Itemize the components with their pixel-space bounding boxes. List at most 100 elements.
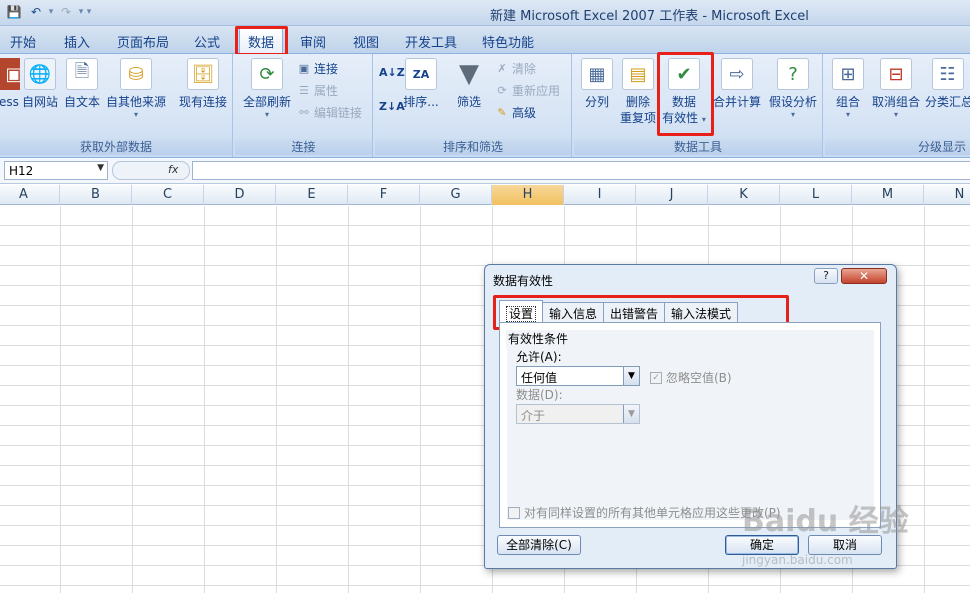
group-label-connections: 连接: [235, 139, 372, 155]
refresh-icon: ⟳: [251, 58, 283, 90]
subtotal-label: 分类汇总: [925, 95, 970, 109]
edit-links-label: 编辑链接: [314, 106, 363, 120]
column-header-i[interactable]: I: [564, 185, 636, 205]
tab-view[interactable]: 视图: [353, 32, 379, 51]
save-icon[interactable]: 💾: [4, 3, 24, 21]
data-label: 数据(D):: [516, 388, 563, 402]
tab-page-layout[interactable]: 页面布局: [117, 32, 169, 51]
name-box[interactable]: H12 ▼: [4, 161, 108, 180]
from-other-sources-button[interactable]: ⛁ 自其他来源 ▾: [104, 58, 168, 119]
redo-dropdown-icon[interactable]: ▾: [78, 7, 84, 17]
chevron-down-icon[interactable]: ▼: [623, 367, 639, 385]
data-validation-label-text: 有效性: [662, 111, 699, 125]
close-button[interactable]: ✕: [841, 268, 887, 284]
apply-to-all-checkbox[interactable]: 对有同样设置的所有其他单元格应用这些更改(P): [508, 504, 781, 521]
column-header-g[interactable]: G: [420, 185, 492, 205]
consolidate-button[interactable]: ⇨ 合并计算: [710, 58, 764, 110]
allow-label: 允许(A):: [516, 350, 562, 364]
undo-icon[interactable]: ↶: [26, 3, 46, 21]
properties-icon: ☰: [299, 84, 309, 97]
column-header-b[interactable]: B: [60, 185, 132, 205]
from-text-label: 自文本: [63, 95, 100, 109]
link-icon: ⚯: [299, 106, 309, 119]
tab-error-alert[interactable]: 出错警告: [603, 302, 666, 322]
chevron-down-icon[interactable]: ▼: [623, 405, 639, 423]
advanced-label: 高级: [512, 106, 537, 120]
subtotal-button[interactable]: ☷ 分类汇总: [925, 58, 970, 110]
ignore-blank-checkbox[interactable]: ✓ 忽略空值(B): [650, 369, 732, 386]
sort-icon: ZA: [405, 58, 437, 90]
text-to-columns-button[interactable]: ▦ 分列: [580, 58, 614, 110]
column-header-m[interactable]: M: [852, 185, 924, 205]
redo-icon[interactable]: ↷: [56, 3, 76, 21]
connections-button[interactable]: ▣ 连接: [297, 60, 338, 77]
insert-function-icon[interactable]: fx: [168, 163, 178, 176]
column-header-j[interactable]: J: [636, 185, 708, 205]
filter-button[interactable]: ▼ 筛选: [453, 58, 485, 110]
from-access-button[interactable]: ▣ ess: [0, 58, 20, 110]
column-header-f[interactable]: F: [348, 185, 420, 205]
edit-links-button[interactable]: ⚯ 编辑链接: [297, 104, 362, 121]
formula-input[interactable]: [192, 161, 970, 180]
properties-button[interactable]: ☰ 属性: [297, 82, 338, 99]
existing-connections-button[interactable]: 🗄 现有连接: [176, 58, 230, 110]
data-validation-label-2: 有效性 ▾: [662, 110, 706, 128]
tab-home[interactable]: 开始: [10, 32, 36, 51]
remove-duplicates-button[interactable]: ▤ 删除 重复项: [618, 58, 658, 126]
column-header-h[interactable]: H: [492, 185, 564, 205]
ribbon-tabs: 开始 插入 页面布局 公式 数据 审阅 视图 开发工具 特色功能: [0, 26, 970, 55]
column-header-n[interactable]: N: [924, 185, 970, 205]
sort-desc-icon[interactable]: Z↓A: [379, 100, 405, 113]
what-if-analysis-button[interactable]: ? 假设分析 ▾: [766, 58, 820, 119]
reapply-icon: ⟳: [497, 84, 507, 97]
filter-label: 筛选: [456, 95, 481, 109]
column-header-d[interactable]: D: [204, 185, 276, 205]
from-access-label: ess: [0, 95, 19, 109]
tab-settings[interactable]: 设置: [499, 300, 544, 322]
baidu-watermark-url: jingyan.baidu.com: [742, 553, 853, 567]
text-file-icon: 🗎: [66, 58, 98, 90]
tab-special-features[interactable]: 特色功能: [482, 32, 534, 51]
clear-all-button[interactable]: 全部清除(C): [497, 535, 581, 555]
from-text-button[interactable]: 🗎 自文本: [62, 58, 102, 110]
name-box-dropdown-icon[interactable]: ▼: [97, 163, 104, 173]
column-header-c[interactable]: C: [132, 185, 204, 205]
allow-select[interactable]: 任何值 ▼: [516, 366, 640, 386]
data-select[interactable]: 介于 ▼: [516, 404, 640, 424]
from-web-button[interactable]: 🌐 自网站: [20, 58, 60, 110]
web-icon: 🌐: [24, 58, 56, 90]
tab-formulas[interactable]: 公式: [194, 32, 220, 51]
ungroup-label: 取消组合: [871, 95, 920, 109]
tab-input-message[interactable]: 输入信息: [542, 302, 605, 322]
clear-label: 清除: [512, 62, 537, 76]
ungroup-button[interactable]: ⊟ 取消组合 ▾: [871, 58, 921, 119]
tab-developer[interactable]: 开发工具: [405, 32, 457, 51]
refresh-all-button[interactable]: ⟳ 全部刷新 ▾: [239, 58, 295, 119]
sort-button[interactable]: ZA 排序...: [403, 58, 439, 110]
access-icon: ▣: [0, 58, 20, 90]
tab-insert[interactable]: 插入: [64, 32, 90, 51]
tab-ime-mode[interactable]: 输入法模式: [664, 302, 739, 322]
tab-data[interactable]: 数据: [239, 27, 284, 55]
customize-qat-icon[interactable]: ▾: [86, 7, 92, 17]
sort-label: 排序...: [403, 95, 439, 109]
undo-dropdown-icon[interactable]: ▾: [48, 7, 54, 17]
sort-asc-icon[interactable]: A↓Z: [379, 66, 405, 79]
tab-review[interactable]: 审阅: [300, 32, 326, 51]
group-label-sort-filter: 排序和筛选: [375, 139, 571, 155]
column-header-a[interactable]: A: [0, 185, 60, 205]
data-validation-button[interactable]: ✔ 数据 有效性 ▾: [662, 58, 706, 128]
group-label-outline: 分级显示: [825, 139, 970, 155]
column-header-e[interactable]: E: [276, 185, 348, 205]
reapply-button[interactable]: ⟳ 重新应用: [495, 82, 560, 99]
column-header-k[interactable]: K: [708, 185, 780, 205]
advanced-filter-button[interactable]: ✎ 高级: [495, 104, 536, 121]
data-select-value: 介于: [521, 409, 546, 423]
clear-filter-button[interactable]: ✗ 清除: [495, 60, 536, 77]
chevron-down-icon: ▾: [893, 110, 898, 119]
column-header-l[interactable]: L: [780, 185, 852, 205]
dialog-title: 数据有效性: [493, 274, 554, 288]
group-button[interactable]: ⊞ 组合 ▾: [831, 58, 865, 119]
validation-criteria-title: 有效性条件: [506, 330, 571, 347]
help-button[interactable]: ?: [814, 268, 838, 284]
